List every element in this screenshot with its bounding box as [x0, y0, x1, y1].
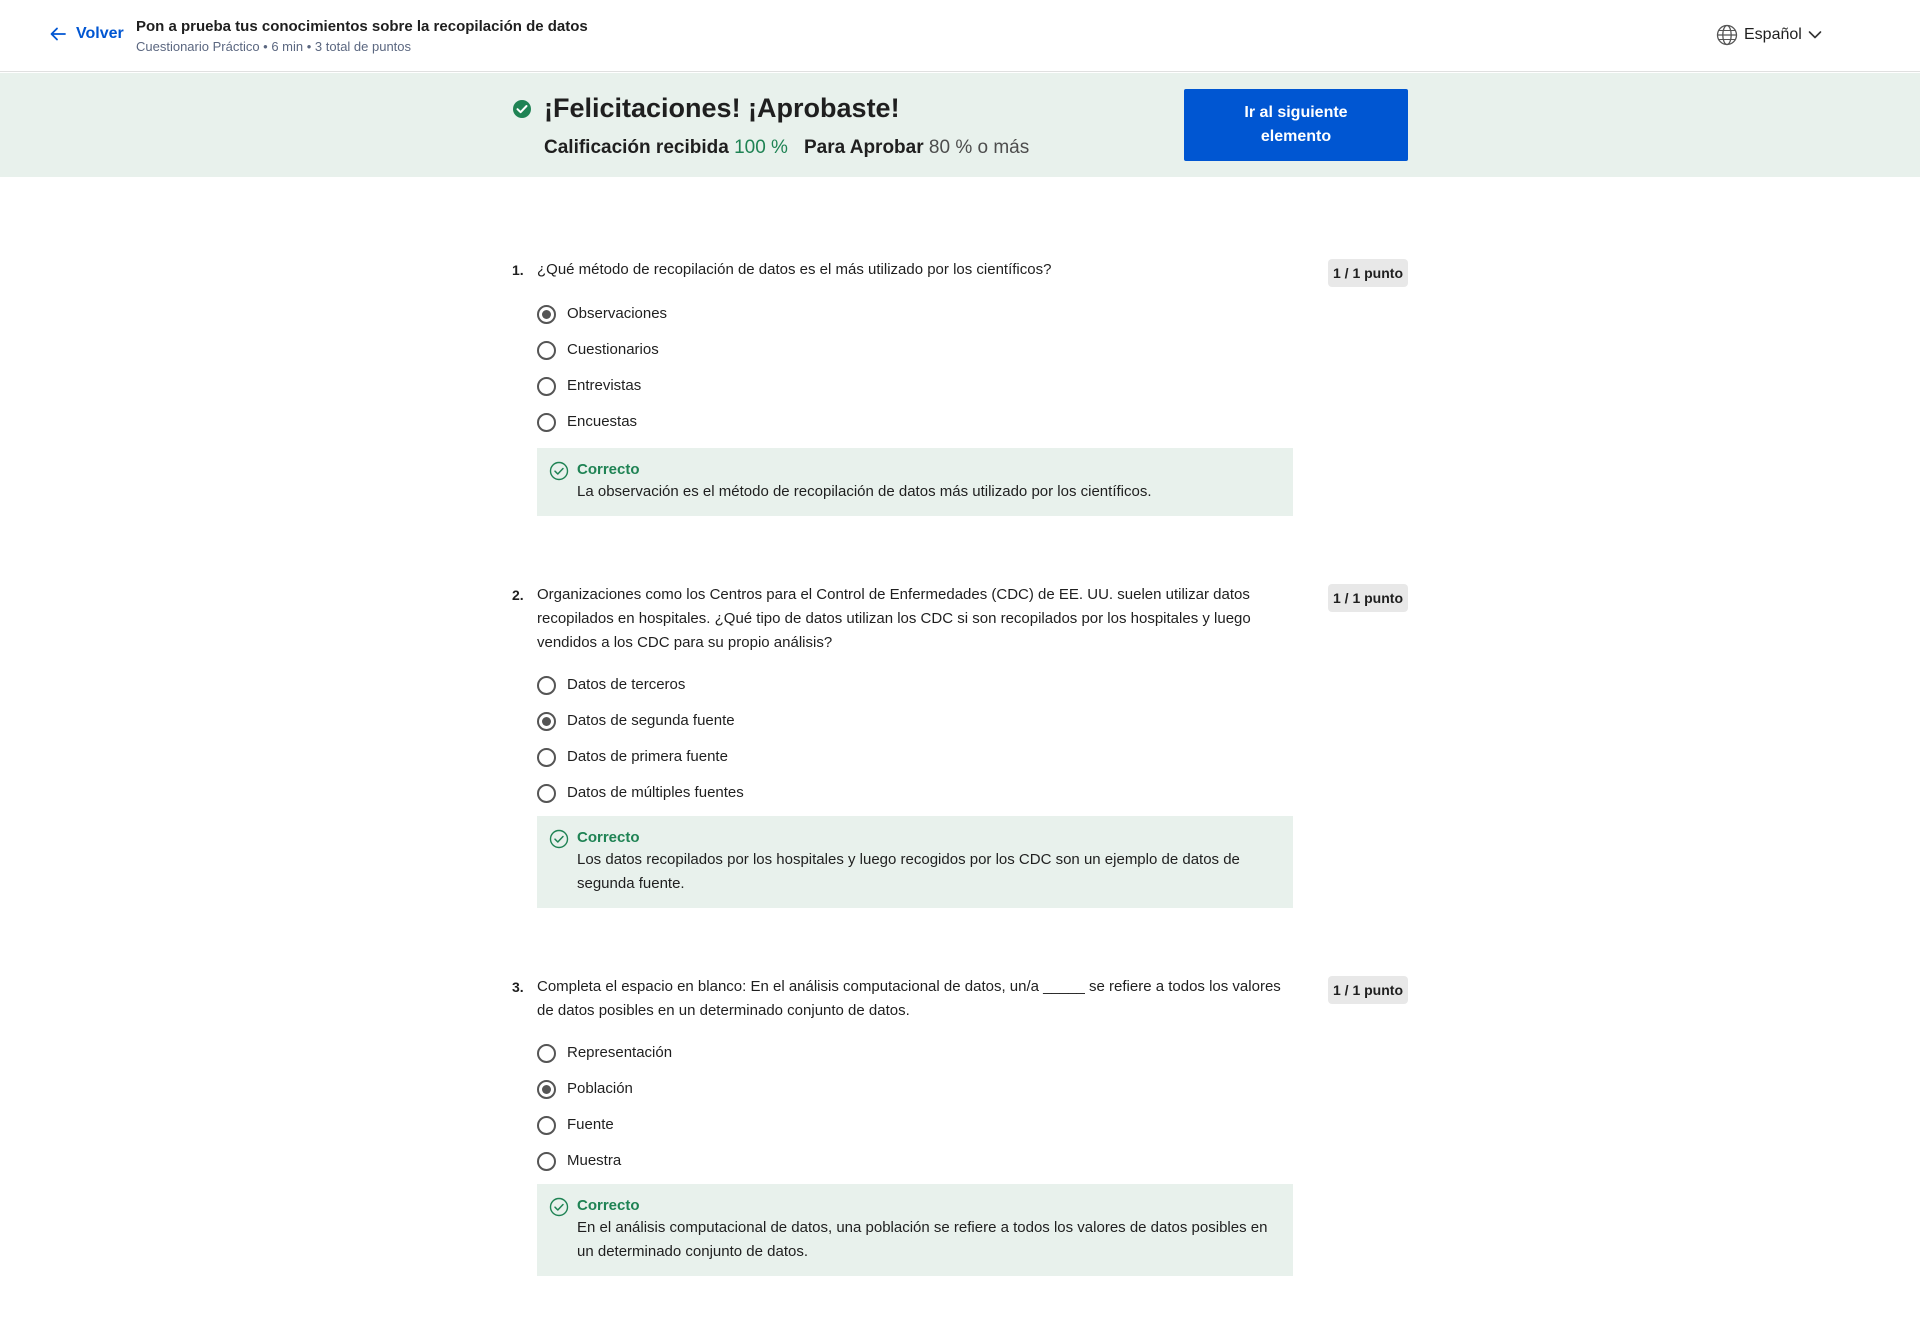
radio-button[interactable] — [537, 711, 556, 731]
option-terceros[interactable]: Datos de terceros — [537, 667, 1289, 703]
options-list: Observaciones Cuestionarios Entrevistas … — [537, 296, 1289, 440]
option-observaciones[interactable]: Observaciones — [537, 296, 1289, 332]
feedback-title: Correcto — [577, 461, 640, 478]
radio-button[interactable] — [537, 1151, 556, 1171]
language-label: Español — [1744, 26, 1802, 43]
feedback-text: En el análisis computacional de datos, u… — [577, 1219, 1268, 1260]
option-fuente[interactable]: Fuente — [537, 1107, 1289, 1143]
option-label: Cuestionarios — [567, 341, 659, 358]
page-title-block: Pon a prueba tus conocimientos sobre la … — [136, 17, 588, 56]
check-circle-icon — [513, 100, 531, 118]
feedback-text: Los datos recopilados por los hospitales… — [577, 851, 1240, 892]
next-item-button[interactable]: Ir al siguiente elemento — [1184, 89, 1408, 161]
arrow-left-icon — [50, 27, 66, 41]
radio-button[interactable] — [537, 1043, 556, 1063]
option-label: Datos de múltiples fuentes — [567, 784, 744, 801]
check-circle-outline-icon — [549, 461, 569, 481]
radio-button[interactable] — [537, 747, 556, 767]
pass-label: Para Aprobar — [803, 137, 924, 158]
options-list: Datos de terceros Datos de segunda fuent… — [537, 667, 1289, 811]
option-encuestas[interactable]: Encuestas — [537, 404, 1289, 440]
option-representacion[interactable]: Representación — [537, 1035, 1289, 1071]
question-number: 1. — [512, 262, 524, 278]
radio-button[interactable] — [537, 1079, 556, 1099]
top-header: Volver Pon a prueba tus conocimientos so… — [0, 0, 1920, 72]
radio-button[interactable] — [537, 675, 556, 695]
check-circle-outline-icon — [549, 829, 569, 849]
options-list: Representación Población Fuente Muestra — [537, 1035, 1289, 1179]
radio-button[interactable] — [537, 376, 556, 396]
option-label: Fuente — [567, 1116, 614, 1133]
question-text: Completa el espacio en blanco: En el aná… — [537, 978, 1281, 1019]
radio-button[interactable] — [537, 1115, 556, 1135]
option-label: Representación — [567, 1044, 673, 1061]
banner-stats: Calificación recibida 100 % Para Aprobar… — [544, 135, 1029, 161]
page-meta: Cuestionario Práctico • 6 min • 3 total … — [136, 39, 412, 54]
back-button[interactable]: Volver — [48, 24, 124, 44]
option-segunda-fuente[interactable]: Datos de segunda fuente — [537, 703, 1289, 739]
option-primera-fuente[interactable]: Datos de primera fuente — [537, 739, 1289, 775]
option-label: Datos de segunda fuente — [567, 712, 735, 729]
feedback-text: La observación es el método de recopilac… — [577, 483, 1152, 500]
result-banner: ¡Felicitaciones! ¡Aprobaste! Calificació… — [0, 73, 1920, 177]
points-badge: 1 / 1 punto — [1328, 584, 1408, 612]
option-cuestionarios[interactable]: Cuestionarios — [537, 332, 1289, 368]
radio-button[interactable] — [537, 304, 556, 324]
feedback-title: Correcto — [577, 829, 640, 846]
radio-button[interactable] — [537, 340, 556, 360]
back-label: Volver — [76, 25, 124, 42]
radio-button[interactable] — [537, 783, 556, 803]
question-number: 2. — [512, 587, 524, 603]
feedback-box: Correcto La observación es el método de … — [537, 448, 1293, 516]
option-label: Datos de terceros — [567, 676, 686, 693]
feedback-title: Correcto — [577, 1197, 640, 1214]
option-label: Población — [567, 1080, 633, 1097]
option-label: Datos de primera fuente — [567, 748, 728, 765]
question-text: Organizaciones como los Centros para el … — [537, 586, 1251, 651]
grade-value: 100 % — [734, 137, 788, 158]
page-title: Pon a prueba tus conocimientos sobre la … — [136, 18, 588, 35]
globe-icon — [1716, 24, 1738, 46]
option-label: Entrevistas — [567, 377, 642, 394]
points-badge: 1 / 1 punto — [1328, 259, 1408, 287]
option-multiples-fuentes[interactable]: Datos de múltiples fuentes — [537, 775, 1289, 811]
feedback-box: Correcto En el análisis computacional de… — [537, 1184, 1293, 1276]
question-text: ¿Qué método de recopilación de datos es … — [537, 261, 1052, 278]
banner-title: ¡Felicitaciones! ¡Aprobaste! — [544, 93, 900, 123]
option-poblacion[interactable]: Población — [537, 1071, 1289, 1107]
option-label: Encuestas — [567, 413, 638, 430]
check-circle-outline-icon — [549, 1197, 569, 1217]
chevron-down-icon — [1808, 31, 1822, 39]
grade-label: Calificación recibida — [544, 137, 729, 158]
option-label: Muestra — [567, 1152, 622, 1169]
language-selector[interactable]: Español — [1716, 24, 1822, 46]
feedback-box: Correcto Los datos recopilados por los h… — [537, 816, 1293, 908]
question-number: 3. — [512, 979, 524, 995]
option-muestra[interactable]: Muestra — [537, 1143, 1289, 1179]
pass-value: 80 % o más — [928, 137, 1030, 158]
radio-button[interactable] — [537, 412, 556, 432]
option-label: Observaciones — [567, 305, 668, 322]
option-entrevistas[interactable]: Entrevistas — [537, 368, 1289, 404]
points-badge: 1 / 1 punto — [1328, 976, 1408, 1004]
